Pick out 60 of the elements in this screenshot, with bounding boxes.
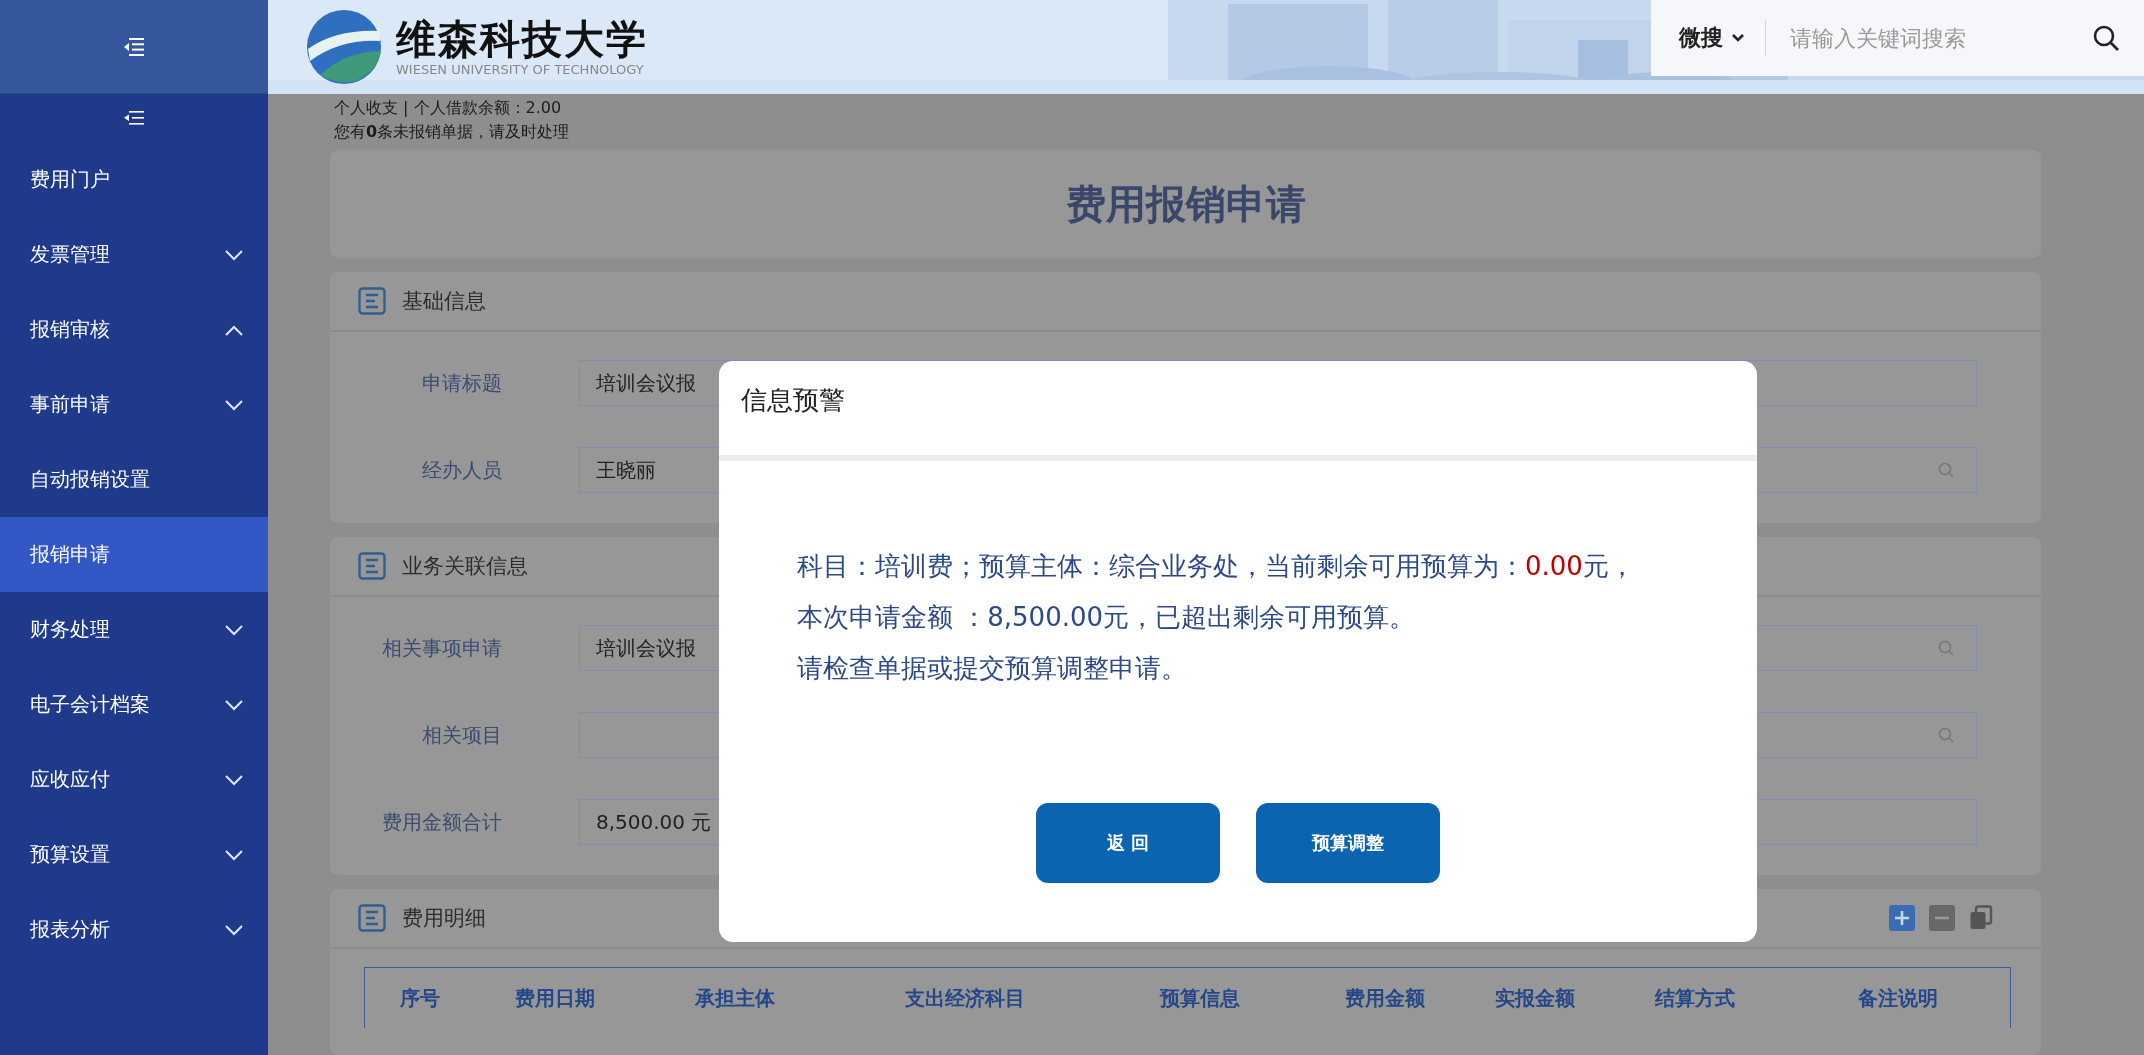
section-title: 业务关联信息 — [402, 553, 528, 580]
list-icon — [358, 904, 386, 932]
back-button[interactable]: 返 回 — [1036, 803, 1220, 883]
page-title: 费用报销申请 — [1065, 179, 1306, 229]
section-title: 基础信息 — [402, 288, 486, 315]
search-scope-dropdown[interactable]: 微搜 — [1651, 20, 1766, 56]
column-header: 费用金额 — [1344, 984, 1426, 1012]
column-header: 实报金额 — [1494, 984, 1576, 1012]
notice-text: 您有0条未报销单据，请及时处理 — [334, 121, 571, 143]
column-header: 备注说明 — [1856, 984, 1939, 1012]
field-label: 相关事项申请 — [381, 634, 502, 662]
field-label: 经办人员 — [421, 456, 502, 484]
sidebar-item[interactable]: 事前申请 — [0, 367, 268, 442]
chevron-up-icon — [224, 323, 244, 336]
sidebar-item[interactable]: 发票管理 — [0, 217, 268, 292]
logo-icon — [306, 9, 382, 85]
sidebar-item[interactable]: 应收应付 — [0, 742, 268, 817]
warning-text: 请检查单据或提交预算调整申请。 — [797, 652, 1188, 685]
menu-fold-icon[interactable] — [124, 37, 144, 56]
sidebar-item[interactable]: 电子会计档案 — [0, 667, 268, 742]
chevron-down-icon — [224, 398, 244, 411]
list-icon — [358, 287, 386, 315]
chevron-down-icon — [224, 623, 244, 636]
school-name: 维森科技大学 — [396, 16, 648, 62]
chevron-down-icon — [224, 248, 244, 261]
dialog-title: 信息预警 — [741, 384, 845, 417]
chevron-down-icon — [1731, 33, 1745, 43]
sidebar-item[interactable]: 报表分析 — [0, 892, 268, 967]
section-title: 费用明细 — [402, 905, 486, 932]
sidebar-item[interactable]: 报销审核 — [0, 292, 268, 367]
sidebar-item[interactable]: 预算设置 — [0, 817, 268, 892]
school-name-english: WIESEN UNIVERSITY OF TECHNOLOGY — [396, 62, 645, 78]
column-header: 序号 — [399, 984, 441, 1012]
list-icon — [358, 552, 386, 580]
add-icon[interactable] — [1889, 905, 1915, 931]
field-label: 相关项目 — [421, 721, 502, 749]
column-header: 费用日期 — [514, 984, 596, 1012]
budget-adjust-button[interactable]: 预算调整 — [1256, 803, 1440, 883]
sidebar-item[interactable]: 费用门户 — [0, 142, 268, 217]
column-header: 支出经济科目 — [904, 984, 1026, 1012]
chevron-down-icon — [224, 848, 244, 861]
field-label: 费用金额合计 — [381, 808, 502, 836]
chevron-down-icon — [224, 773, 244, 786]
column-header: 结算方式 — [1653, 984, 1736, 1012]
field-label: 申请标题 — [421, 369, 502, 397]
sidebar-item[interactable]: 报销申请 — [0, 517, 268, 592]
column-header: 预算信息 — [1158, 984, 1241, 1012]
menu-fold-icon[interactable] — [124, 111, 144, 125]
search-field[interactable]: 请输入关键词搜索 — [1766, 25, 2040, 51]
minus-icon[interactable] — [1929, 905, 1955, 931]
copy-icon[interactable] — [1969, 905, 1993, 931]
sidebar-item[interactable]: 自动报销设置 — [0, 442, 268, 517]
chevron-down-icon — [224, 923, 244, 936]
warning-text: 科目：培训费；预算主体：综合业务处，当前剩余可用预算为：0.00元， — [797, 550, 1636, 583]
column-header: 承担主体 — [693, 984, 776, 1012]
search-icon[interactable] — [2092, 24, 2120, 52]
sidebar-item[interactable]: 财务处理 — [0, 592, 268, 667]
chevron-down-icon — [224, 698, 244, 711]
notice-text: 个人收支 | 个人借款余额：2.00 — [334, 97, 563, 119]
warning-text: 本次申请金额 ：8,500.00元，已超出剩余可用预算。 — [797, 601, 1417, 634]
